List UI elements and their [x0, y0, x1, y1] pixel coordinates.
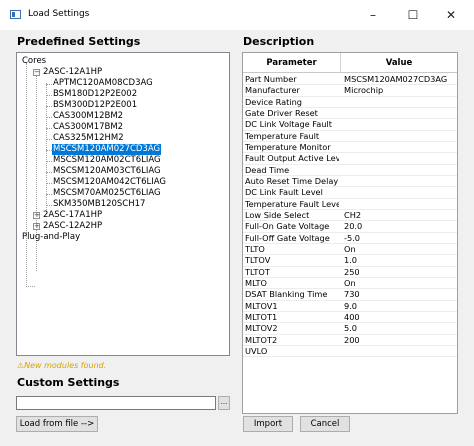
- grid-row[interactable]: Device Rating: [243, 97, 457, 108]
- tree-node-module[interactable]: APTMC120AM08CD3AG: [52, 78, 154, 89]
- tree-node-module[interactable]: MSCSM120AM02CT6LIAG: [52, 155, 162, 166]
- window-title: Load Settings: [28, 9, 90, 19]
- new-modules-notice: ⚠New modules found.: [17, 361, 107, 370]
- grid-row[interactable]: DSAT Blanking Time 730: [243, 289, 457, 301]
- minimize-button[interactable]: –: [358, 6, 388, 24]
- grid-row[interactable]: MLTOV1 9.0: [243, 301, 457, 312]
- tree-node-module[interactable]: MSCSM70AM025CT6LIAG: [52, 188, 162, 199]
- tree-node-module[interactable]: CAS325M12HM2: [52, 133, 125, 144]
- grid-row[interactable]: Auto Reset Time Delay: [243, 176, 457, 188]
- right-panel: Description Parameter Value Part Number M…: [236, 30, 474, 446]
- collapse-icon[interactable]: −: [33, 69, 40, 76]
- column-header-value[interactable]: Value: [341, 53, 457, 73]
- tree-node-cores[interactable]: Cores: [21, 56, 47, 67]
- grid-row[interactable]: Temperature Fault Level: [243, 199, 457, 210]
- expand-icon[interactable]: +: [33, 223, 40, 230]
- grid-row[interactable]: Full-Off Gate Voltage -5.0: [243, 233, 457, 244]
- grid-row[interactable]: Dead Time: [243, 165, 457, 176]
- title-bar: Load Settings – ☐ ✕: [0, 0, 474, 30]
- grid-body: Part Number MSCSM120AM027CD3AG Manufacture…: [243, 74, 457, 358]
- grid-row[interactable]: Temperature Monitor: [243, 142, 457, 154]
- grid-row[interactable]: Temperature Fault: [243, 131, 457, 142]
- expand-icon[interactable]: +: [33, 212, 40, 219]
- grid-row[interactable]: Full-On Gate Voltage 20.0: [243, 221, 457, 233]
- tree-node-group-2asc-17a1hp[interactable]: 2ASC-17A1HP: [42, 210, 103, 221]
- tree-node-module[interactable]: SKM350MB120SCH17: [52, 199, 146, 210]
- grid-row[interactable]: TLTOT 250: [243, 267, 457, 278]
- tree-node-module[interactable]: CAS300M17BM2: [52, 122, 124, 133]
- grid-row[interactable]: Part Number MSCSM120AM027CD3AG: [243, 74, 457, 86]
- custom-settings-title: Custom Settings: [17, 376, 120, 389]
- grid-row[interactable]: MLTOT2 200: [243, 335, 457, 346]
- grid-row[interactable]: MLTOV2 5.0: [243, 323, 457, 335]
- load-from-file-button[interactable]: Load from file -->: [16, 416, 98, 432]
- tree-node-module[interactable]: CAS300M12BM2: [52, 111, 124, 122]
- grid-row[interactable]: DC Link Voltage Fault: [243, 119, 457, 131]
- description-title: Description: [243, 35, 315, 48]
- browse-button[interactable]: ...: [218, 396, 230, 410]
- grid-row[interactable]: Low Side Select CH2: [243, 210, 457, 222]
- maximize-button[interactable]: ☐: [398, 6, 428, 24]
- close-button[interactable]: ✕: [436, 6, 466, 24]
- custom-settings-path-input[interactable]: [16, 396, 216, 410]
- settings-tree[interactable]: Cores −2ASC-12A1HP APTMC120AM08CD3AG BSM180…: [16, 52, 230, 356]
- tree-node-module[interactable]: MSCSM120AM042CT6LIAG: [52, 177, 167, 188]
- tree-node-plug-and-play[interactable]: Plug-and-Play: [21, 232, 81, 243]
- import-button[interactable]: Import: [243, 416, 293, 432]
- tree-node-module[interactable]: BSM180D12P2E002: [52, 89, 138, 100]
- grid-row[interactable]: Fault Output Active Level: [243, 153, 457, 165]
- grid-row[interactable]: TLTO On: [243, 244, 457, 256]
- description-grid[interactable]: Parameter Value Part Number MSCSM120AM027…: [242, 52, 458, 414]
- grid-row[interactable]: DC Link Fault Level: [243, 187, 457, 199]
- grid-row[interactable]: Gate Driver Reset: [243, 108, 457, 120]
- tree-node-module[interactable]: MSCSM120AM03CT6LIAG: [52, 166, 162, 177]
- tree-node-module[interactable]: BSM300D12P2E001: [52, 100, 138, 111]
- grid-row[interactable]: MLTO On: [243, 278, 457, 290]
- predefined-settings-title: Predefined Settings: [17, 35, 141, 48]
- grid-row[interactable]: Manufacturer Microchip: [243, 85, 457, 97]
- tree-node-group-2asc-12a2hp[interactable]: 2ASC-12A2HP: [42, 221, 103, 232]
- grid-row[interactable]: MLTOT1 400: [243, 312, 457, 324]
- cancel-button[interactable]: Cancel: [300, 416, 350, 432]
- grid-row[interactable]: UVLO: [243, 346, 457, 358]
- app-window-icon: [10, 10, 21, 19]
- grid-row[interactable]: TLTOV 1.0: [243, 255, 457, 267]
- column-header-parameter[interactable]: Parameter: [243, 53, 340, 73]
- left-panel: Predefined Settings Cores −2ASC-12A1HP APT…: [0, 30, 236, 446]
- tree-node-module[interactable]: MSCSM120AM027CD3AG: [52, 144, 162, 155]
- tree-node-group-2asc-12a1hp[interactable]: 2ASC-12A1HP: [42, 67, 103, 78]
- grid-header: Parameter Value: [243, 53, 457, 73]
